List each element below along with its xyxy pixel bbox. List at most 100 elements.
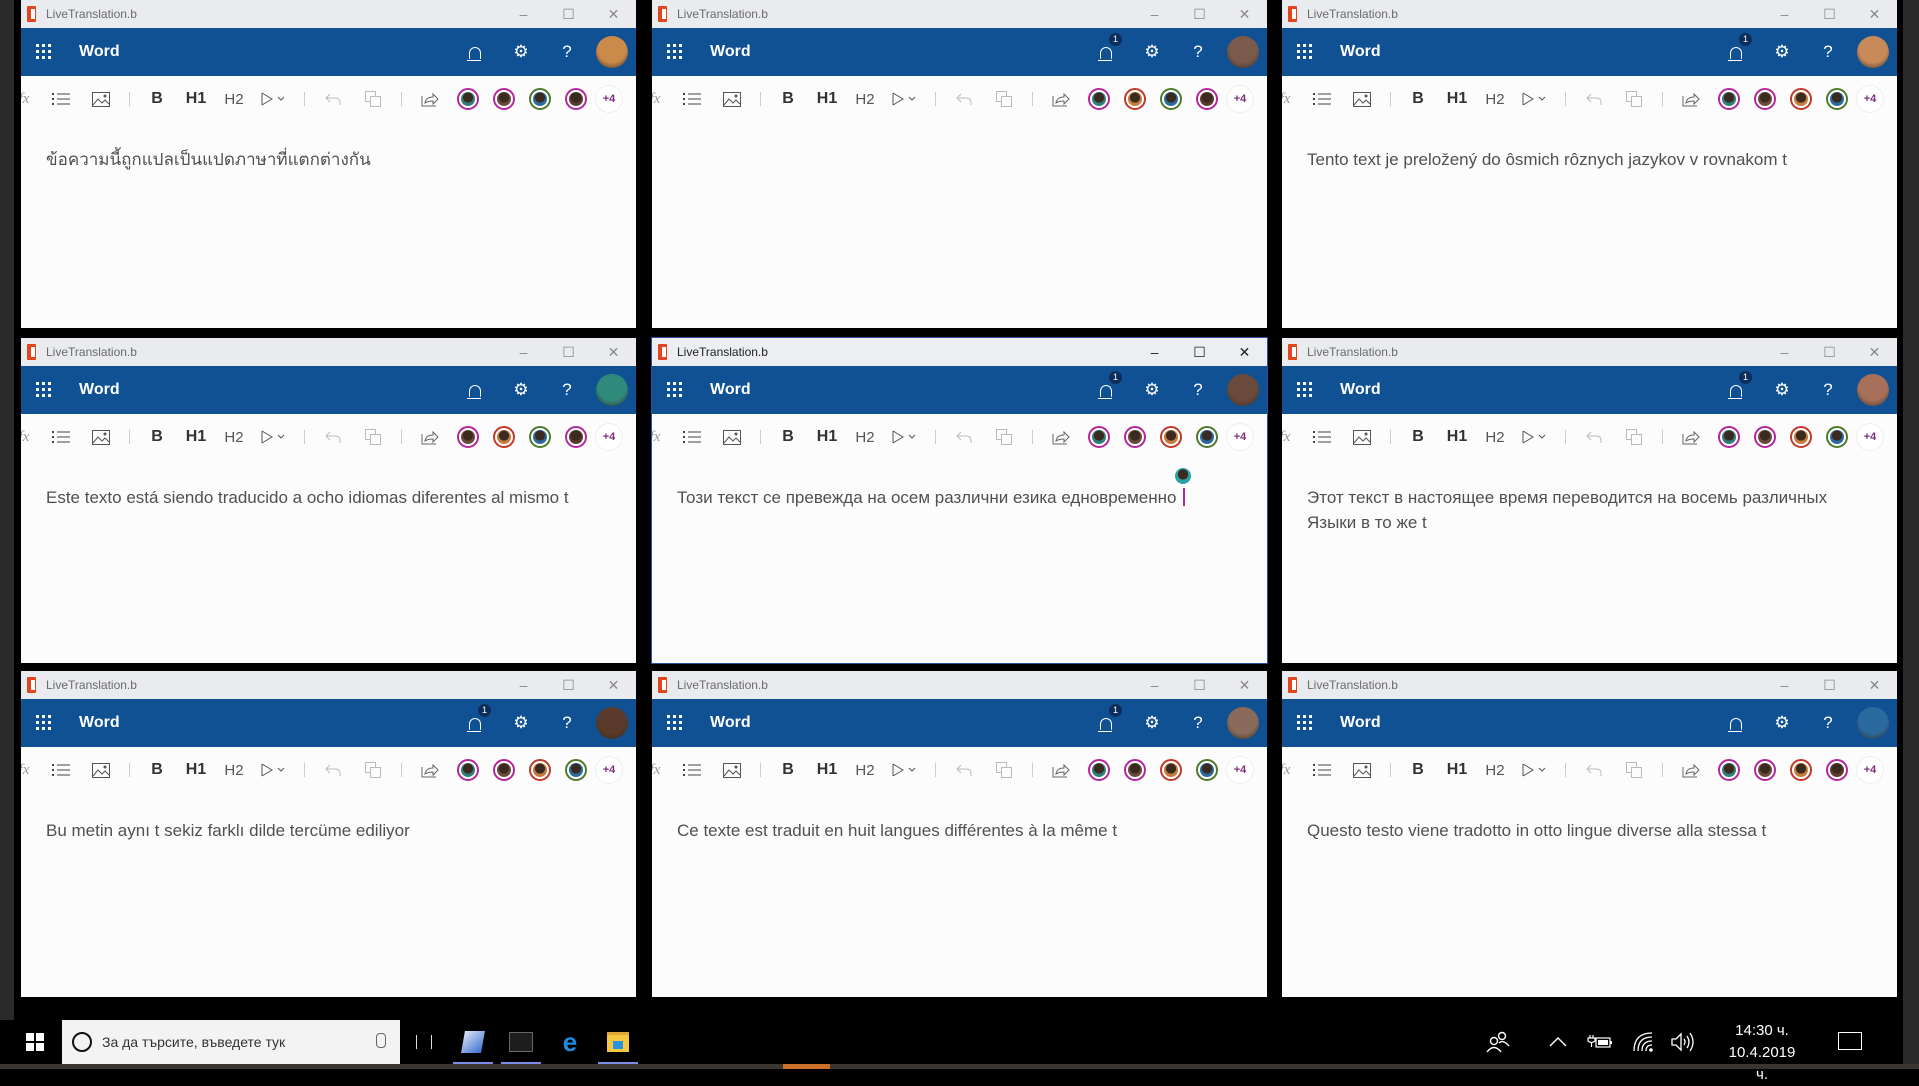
more-collaborators-button[interactable]: +4 [1227,86,1253,112]
undo-button[interactable] [313,422,353,452]
notifications-button[interactable] [1713,713,1759,733]
bold-button[interactable]: B [1399,84,1437,114]
heading2-button[interactable]: H2 [847,422,883,452]
microphone-icon[interactable] [376,1033,386,1048]
help-button[interactable]: ? [544,713,590,733]
bold-button[interactable]: B [1399,422,1437,452]
settings-button[interactable]: ⚙ [1129,42,1175,62]
maximize-button[interactable]: ☐ [1177,671,1222,699]
taskbar-app-console[interactable] [497,1020,545,1064]
collaborator-avatar[interactable] [457,759,479,781]
minimize-button[interactable]: – [501,0,546,28]
close-button[interactable]: ✕ [1852,0,1897,28]
collaborator-avatar[interactable] [565,88,587,110]
styles-dropdown[interactable] [1513,422,1557,452]
share-button[interactable] [410,422,450,452]
settings-button[interactable]: ⚙ [498,42,544,62]
share-button[interactable] [1041,422,1081,452]
notifications-button[interactable]: 1 [1083,33,1129,62]
settings-button[interactable]: ⚙ [1129,380,1175,400]
maximize-button[interactable]: ☐ [546,671,591,699]
heading1-button[interactable]: H1 [1437,422,1477,452]
help-button[interactable]: ? [1805,42,1851,62]
heading2-button[interactable]: H2 [847,84,883,114]
bold-button[interactable]: B [1399,755,1437,785]
copy-button[interactable] [984,755,1024,785]
heading2-button[interactable]: H2 [1477,422,1513,452]
volume-button[interactable] [1664,1020,1704,1064]
bullet-list-button[interactable] [41,422,81,452]
formula-icon[interactable]: fx [1282,422,1292,452]
user-avatar[interactable] [1227,707,1259,739]
copy-button[interactable] [984,422,1024,452]
minimize-button[interactable]: – [1762,338,1807,366]
formula-icon[interactable]: fx [1282,84,1292,114]
maximize-button[interactable]: ☐ [546,0,591,28]
action-center-button[interactable] [1838,1032,1862,1050]
collaborator-avatar[interactable] [493,759,515,781]
collaborator-avatar[interactable] [1754,759,1776,781]
word-window-8[interactable]: LiveTranslation.b – ☐ ✕ Word 1 ⚙ ? x B H… [652,671,1267,997]
collaborator-avatar[interactable] [529,88,551,110]
collaborator-avatar[interactable] [1718,426,1740,448]
close-button[interactable]: ✕ [1222,338,1267,366]
word-window-4[interactable]: LiveTranslation.b – ☐ ✕ Word ⚙ ? x B H1 … [21,338,636,663]
minimize-button[interactable]: – [1132,0,1177,28]
app-launcher-icon[interactable] [667,715,683,731]
user-avatar[interactable] [1227,374,1259,406]
notifications-button[interactable] [452,380,498,400]
show-hidden-icons-button[interactable] [1540,1020,1576,1064]
document-body[interactable]: ข้อความนี้ถูกแปลเป็นแปดภาษาที่แตกต่างกัน [21,122,636,172]
search-box[interactable]: За да търсите, въведете тук [62,1020,400,1064]
more-collaborators-button[interactable]: +4 [596,424,622,450]
help-button[interactable]: ? [1805,380,1851,400]
formula-icon[interactable]: fx [1282,755,1292,785]
copy-button[interactable] [353,422,393,452]
collaborator-avatar[interactable] [1790,759,1812,781]
wifi-button[interactable] [1624,1020,1664,1064]
close-button[interactable]: ✕ [591,338,636,366]
share-button[interactable] [1671,84,1711,114]
styles-dropdown[interactable] [883,755,927,785]
minimize-button[interactable]: – [1762,671,1807,699]
heading2-button[interactable]: H2 [1477,84,1513,114]
styles-dropdown[interactable] [252,84,296,114]
maximize-button[interactable]: ☐ [1807,338,1852,366]
styles-dropdown[interactable] [252,755,296,785]
styles-dropdown[interactable] [1513,84,1557,114]
more-collaborators-button[interactable]: +4 [1857,424,1883,450]
heading2-button[interactable]: H2 [847,755,883,785]
user-avatar[interactable] [1227,36,1259,68]
minimize-button[interactable]: – [501,338,546,366]
share-button[interactable] [1041,755,1081,785]
close-button[interactable]: ✕ [1222,0,1267,28]
share-button[interactable] [1041,84,1081,114]
collaborator-avatar[interactable] [1196,426,1218,448]
document-body[interactable] [652,122,1267,147]
formula-icon[interactable]: fx [652,755,662,785]
undo-button[interactable] [313,84,353,114]
more-collaborators-button[interactable]: +4 [1857,86,1883,112]
settings-button[interactable]: ⚙ [1129,713,1175,733]
collaborator-avatar[interactable] [1124,88,1146,110]
word-window-9[interactable]: LiveTranslation.b – ☐ ✕ Word ⚙ ? x B H1 … [1282,671,1897,997]
maximize-button[interactable]: ☐ [1807,671,1852,699]
taskbar-app-edge[interactable]: e [546,1020,594,1064]
user-avatar[interactable] [596,707,628,739]
document-body[interactable]: Този текст се превежда на осем различни … [652,460,1267,510]
window-titlebar[interactable]: LiveTranslation.b – ☐ ✕ [1282,338,1897,366]
formula-icon[interactable]: fx [21,755,31,785]
settings-button[interactable]: ⚙ [1759,713,1805,733]
user-avatar[interactable] [596,36,628,68]
app-launcher-icon[interactable] [1297,715,1313,731]
window-titlebar[interactable]: LiveTranslation.b – ☐ ✕ [1282,0,1897,28]
help-button[interactable]: ? [1175,713,1221,733]
undo-button[interactable] [944,755,984,785]
minimize-button[interactable]: – [1132,338,1177,366]
formula-icon[interactable]: fx [652,84,662,114]
collaborator-avatar[interactable] [1088,759,1110,781]
bullet-list-button[interactable] [1302,84,1342,114]
styles-dropdown[interactable] [1513,755,1557,785]
window-titlebar[interactable]: LiveTranslation.b – ☐ ✕ [652,671,1267,699]
app-launcher-icon[interactable] [36,44,52,60]
